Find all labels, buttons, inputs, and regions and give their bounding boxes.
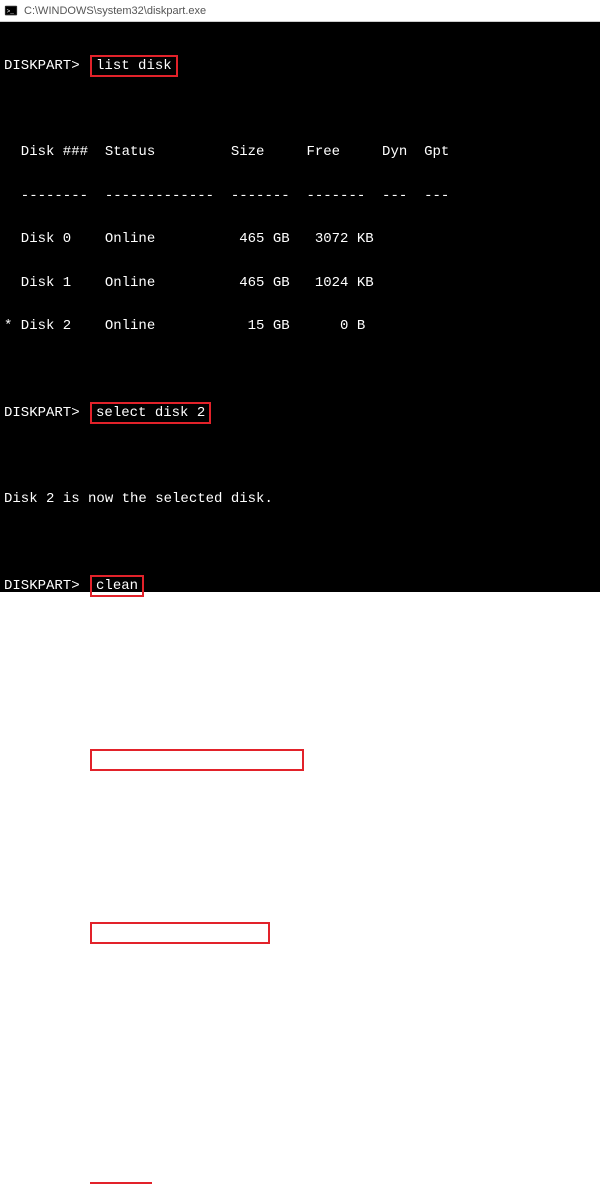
terminal-output: DISKPART> list disk Disk ### Status Size… — [0, 22, 600, 592]
table-header: Disk ### Status Size Free Dyn Gpt — [4, 142, 596, 164]
window-titlebar: >_ C:\WINDOWS\system32\diskpart.exe — [0, 0, 600, 22]
table-row: Disk 1 Online 465 GB 1024 KB — [4, 273, 596, 295]
percent-text: 100 percent completed — [14, 1012, 207, 1028]
command-line: DISKPART> clean — [4, 576, 596, 598]
highlight-assign: assign — [90, 1182, 152, 1184]
highlight-create-partition: create partition primary — [90, 749, 304, 771]
command-line: DISKPART> select disk 2 — [4, 403, 596, 425]
prompt: DISKPART> — [4, 405, 80, 421]
blank-line — [4, 706, 596, 728]
blank-line — [4, 359, 596, 381]
message-formatted: DiskPart successfully formatted the volu… — [4, 1097, 596, 1119]
blank-line — [4, 446, 596, 468]
blank-line — [4, 1140, 596, 1162]
message-created: DiskPart succeeded in creating the speci… — [4, 836, 596, 858]
prompt: DISKPART> — [4, 752, 80, 768]
highlight-format: Format fs=NTFS Quick — [90, 922, 270, 944]
blank-line — [4, 99, 596, 121]
blank-line — [4, 967, 596, 989]
command-line: DISKPART> list disk — [4, 56, 596, 78]
highlight-list-disk: list disk — [90, 55, 178, 77]
blank-line — [4, 1053, 596, 1075]
command-line: DISKPART> assign — [4, 1183, 596, 1184]
svg-text:>_: >_ — [7, 7, 15, 14]
message-selected: Disk 2 is now the selected disk. — [4, 489, 596, 511]
command-line: DISKPART> create partition primary — [4, 750, 596, 772]
cursor-icon — [6, 1022, 14, 1025]
prompt: DISKPART> — [4, 58, 80, 74]
blank-line — [4, 793, 596, 815]
blank-line — [4, 880, 596, 902]
table-row: Disk 0 Online 465 GB 3072 KB — [4, 229, 596, 251]
blank-line — [4, 533, 596, 555]
highlight-clean: clean — [90, 575, 144, 597]
window-title: C:\WINDOWS\system32\diskpart.exe — [24, 5, 206, 17]
highlight-select-disk: select disk 2 — [90, 402, 211, 424]
message-cleaned: DiskPart succeeded in cleaning the disk. — [4, 663, 596, 685]
app-icon: >_ — [4, 4, 18, 18]
table-divider: -------- ------------- ------- ------- -… — [4, 186, 596, 208]
message-percent: 100 percent completed — [4, 1010, 596, 1032]
blank-line — [4, 620, 596, 642]
table-row: * Disk 2 Online 15 GB 0 B — [4, 316, 596, 338]
command-line: DISKPART> Format fs=NTFS Quick — [4, 923, 596, 945]
prompt: DISKPART> — [4, 925, 80, 941]
